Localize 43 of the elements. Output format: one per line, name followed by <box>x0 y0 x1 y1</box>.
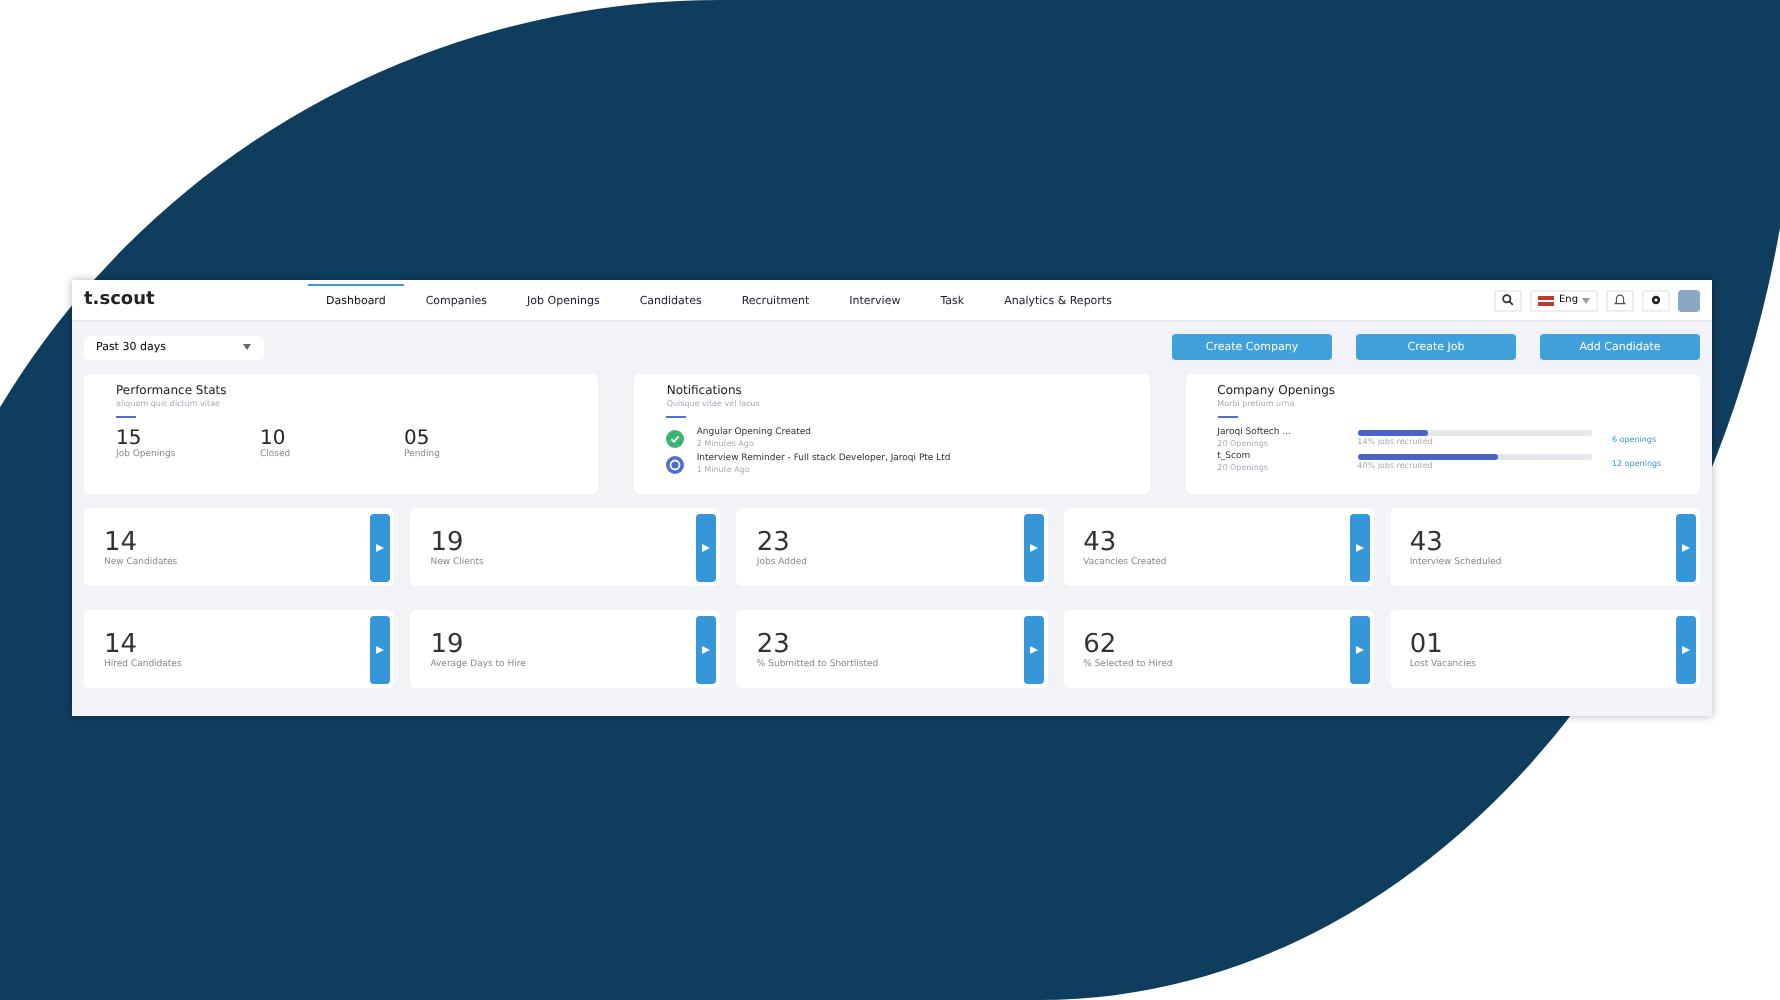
stat-value: 62 <box>1083 629 1119 659</box>
arrow-icon <box>376 645 385 653</box>
bell-icon[interactable] <box>1606 289 1634 311</box>
stat-value: 43 <box>1083 527 1119 557</box>
stat-value: 15 <box>116 428 142 450</box>
arrow-icon <box>1355 543 1364 551</box>
arrow-icon <box>376 543 385 551</box>
stat-value: 10 <box>260 428 286 450</box>
arrow-button[interactable] <box>1676 615 1697 683</box>
stat-value: 23 <box>756 629 792 659</box>
search-icon <box>1502 294 1515 306</box>
arrow-icon <box>702 543 711 551</box>
arrow-button[interactable] <box>1349 513 1370 581</box>
stat-value: 01 <box>1409 629 1445 659</box>
caret-icon <box>1582 297 1590 303</box>
arrow-button[interactable] <box>1676 513 1697 581</box>
arrow-button[interactable] <box>370 615 391 683</box>
app-logo: t.scout <box>84 290 157 310</box>
flag-icon <box>1538 295 1555 305</box>
search-button[interactable] <box>1494 289 1523 311</box>
stat-value: 43 <box>1409 527 1445 557</box>
arrow-button[interactable] <box>370 513 391 581</box>
caret-icon <box>242 344 252 350</box>
arrow-icon <box>1355 645 1364 653</box>
arrow-button[interactable] <box>1023 615 1044 683</box>
stat-value: 23 <box>756 527 792 557</box>
stat-value: 14 <box>104 629 140 659</box>
arrow-button[interactable] <box>696 615 717 683</box>
arrow-icon <box>702 645 711 653</box>
settings-icon[interactable] <box>1642 289 1670 311</box>
stat-value: 14 <box>104 527 140 557</box>
check-icon <box>666 429 685 447</box>
arrow-button[interactable] <box>1349 615 1370 683</box>
arrow-icon <box>1682 543 1691 551</box>
arrow-button[interactable] <box>1023 513 1044 581</box>
stat-value: 19 <box>430 527 466 557</box>
stat-value: 19 <box>430 629 466 659</box>
stat-value: 05 <box>404 428 430 450</box>
arrow-icon <box>1029 543 1038 551</box>
arrow-icon <box>1682 645 1691 653</box>
avatar[interactable] <box>1678 289 1700 311</box>
arrow-button[interactable] <box>696 513 717 581</box>
arrow-icon <box>1029 645 1038 653</box>
